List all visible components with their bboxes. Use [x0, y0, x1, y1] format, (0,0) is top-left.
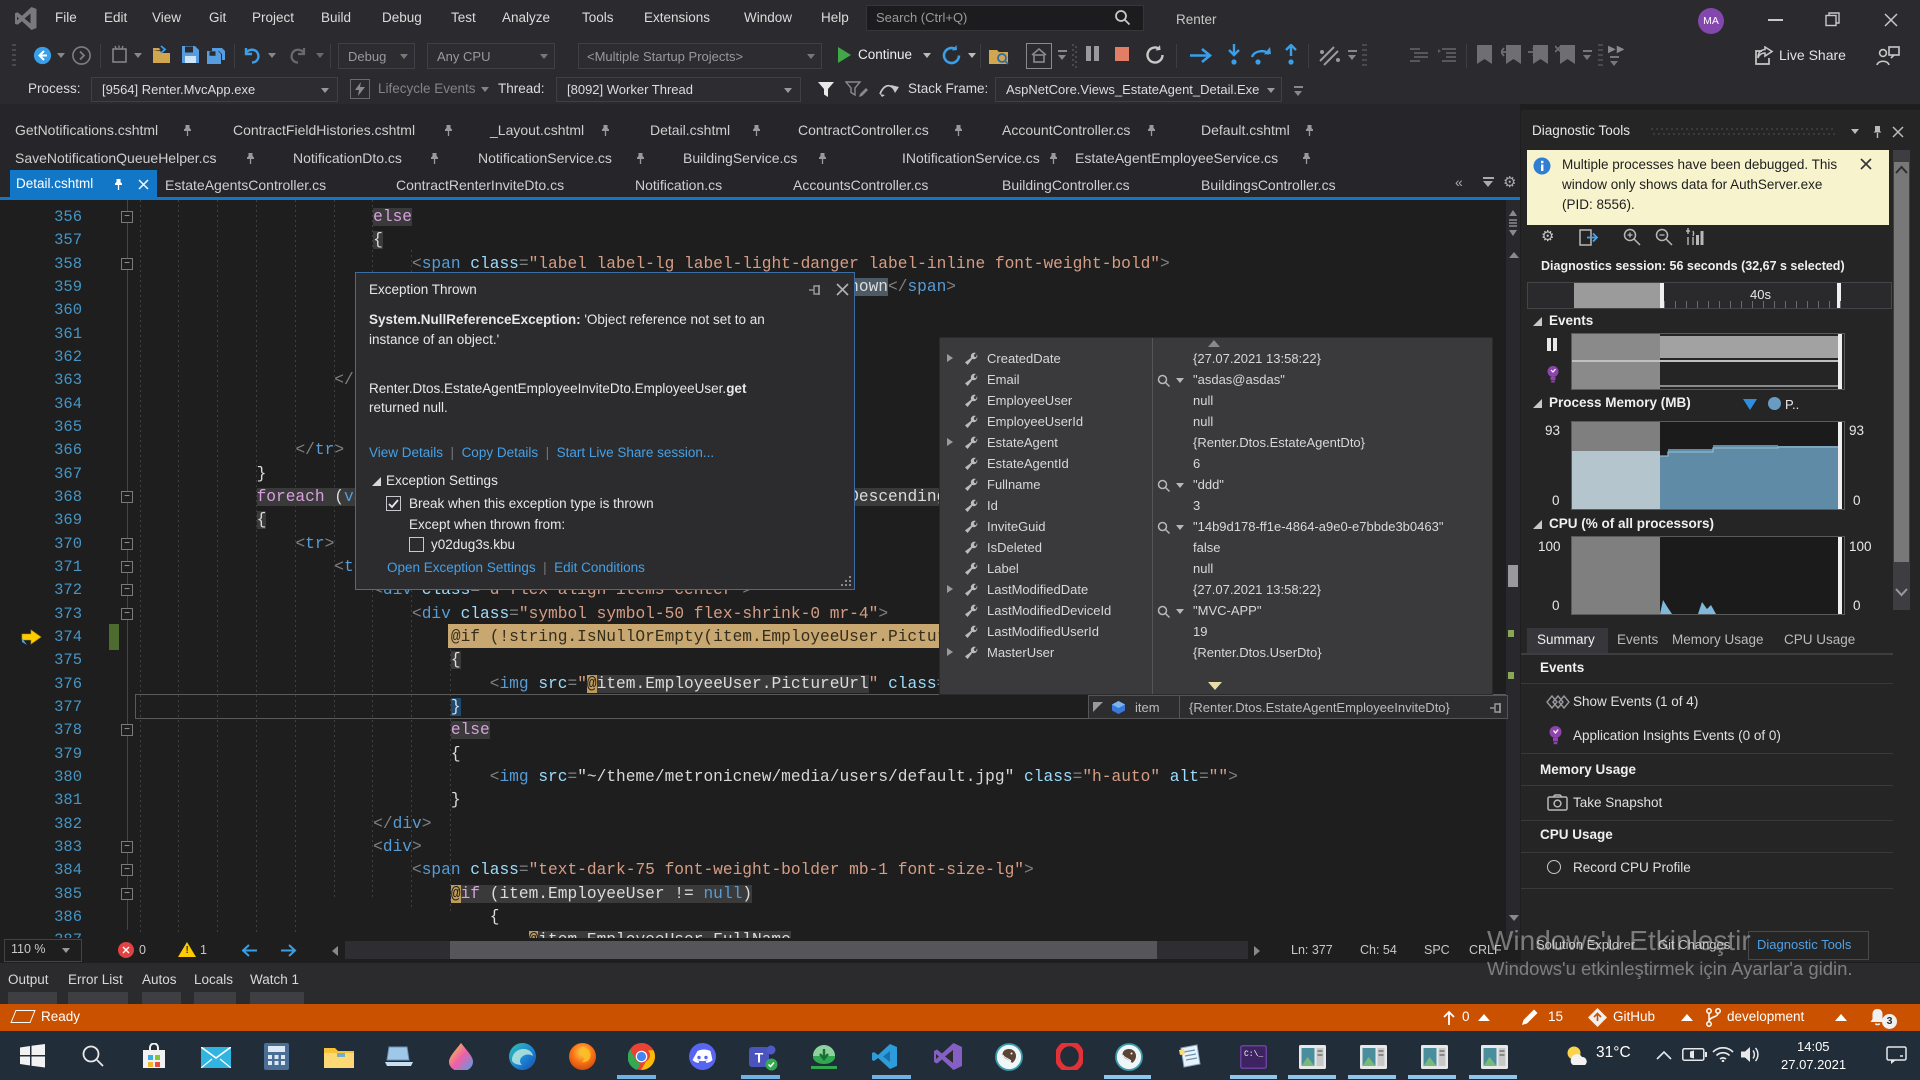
svg-text:C:\_: C:\_ — [1244, 1050, 1263, 1059]
svg-text:T: T — [755, 1050, 764, 1066]
